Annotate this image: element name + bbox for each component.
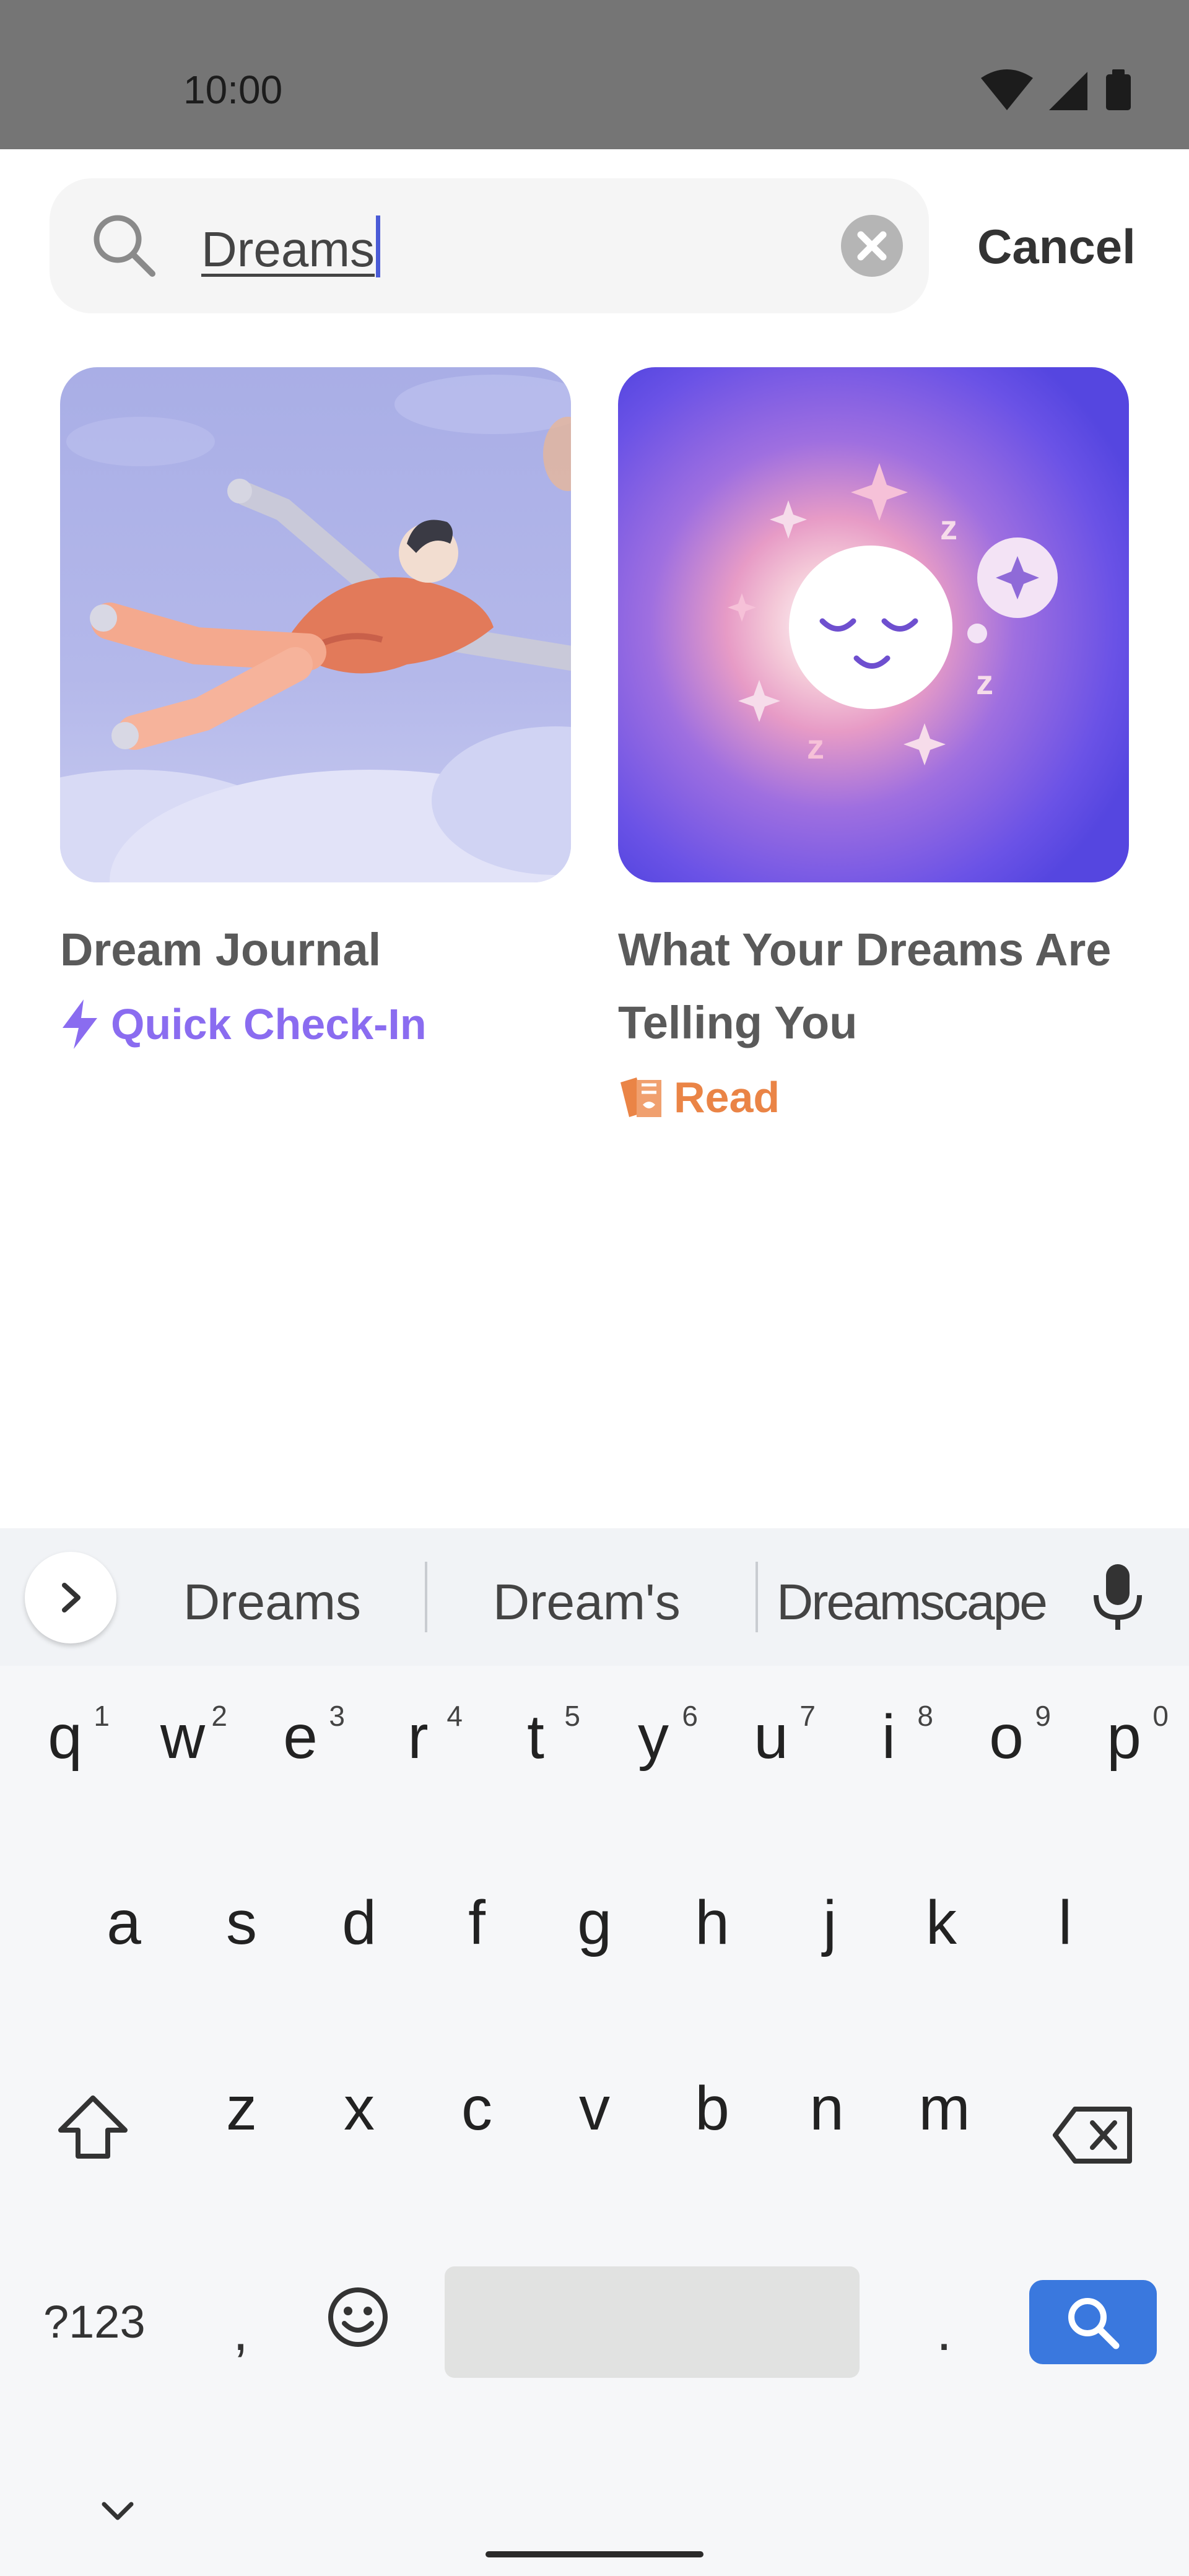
key-z[interactable]: z (186, 2037, 297, 2180)
books-icon (621, 1077, 661, 1117)
result-tag: Read (618, 1061, 1129, 1134)
period-key[interactable]: . (936, 2288, 952, 2375)
status-icons (981, 69, 1131, 110)
backspace-icon[interactable] (1053, 2105, 1133, 2165)
key-m[interactable]: m (889, 2037, 1000, 2180)
keyboard: q1 w2 e3 r4 t5 y6 u7 i8 o9 p0 a s d f g … (0, 1666, 1189, 2576)
result-title: Dream Journal (60, 924, 381, 975)
suggestion-1[interactable]: Dreams (183, 1572, 361, 1634)
search-icon (94, 215, 155, 277)
key-j[interactable]: j (774, 1852, 886, 1994)
svg-text:z: z (940, 508, 957, 547)
result-card-dream-journal[interactable]: Dream Journal Quick Check-In (60, 367, 571, 1061)
chevron-right-icon (62, 1583, 81, 1612)
text-caret (376, 215, 381, 277)
suggestion-2[interactable]: Dream's (493, 1572, 681, 1634)
key-k[interactable]: k (886, 1852, 997, 1994)
key-n[interactable]: n (771, 2037, 882, 2180)
key-d[interactable]: d (303, 1852, 415, 1994)
key-f[interactable]: f (421, 1852, 533, 1994)
signal-icon (1049, 72, 1087, 110)
search-input[interactable]: Dreams (201, 215, 381, 279)
battery-icon (1106, 74, 1131, 110)
sleeping-moon-illustration: z z z (618, 367, 1129, 882)
comma-key[interactable]: , (233, 2288, 248, 2375)
svg-text:z: z (976, 663, 993, 702)
dream-journal-illustration (60, 367, 571, 882)
result-tag-label: Read (674, 1073, 780, 1121)
key-r[interactable]: r4 (362, 1666, 474, 1808)
wifi-icon (981, 69, 1033, 110)
key-i[interactable]: i8 (833, 1666, 944, 1808)
space-key[interactable] (445, 2266, 860, 2378)
key-o[interactable]: o9 (951, 1666, 1062, 1808)
status-time: 10:00 (183, 67, 283, 112)
key-y[interactable]: y6 (598, 1666, 709, 1808)
key-a[interactable]: a (68, 1852, 180, 1994)
key-x[interactable]: x (303, 2037, 415, 2180)
key-b[interactable]: b (656, 2037, 768, 2180)
key-h[interactable]: h (656, 1852, 768, 1994)
key-l[interactable]: l (1009, 1852, 1121, 1994)
key-g[interactable]: g (539, 1852, 650, 1994)
microphone-icon[interactable] (1090, 1563, 1146, 1631)
search-key[interactable] (1029, 2280, 1157, 2364)
symbols-key[interactable]: ?123 (43, 2291, 146, 2353)
bolt-icon (63, 999, 97, 1049)
key-w[interactable]: w2 (127, 1666, 238, 1808)
result-tag-label: Quick Check-In (111, 1000, 427, 1048)
result-tag: Quick Check-In (60, 988, 571, 1061)
home-indicator[interactable] (486, 2551, 703, 2557)
key-s[interactable]: s (186, 1852, 297, 1994)
result-title: What Your Dreams Are Telling You (618, 924, 1112, 1048)
key-u[interactable]: u7 (715, 1666, 827, 1808)
suggestion-3[interactable]: Dreamscape (777, 1572, 1048, 1634)
keyboard-suggestion-bar: Dreams Dream's Dreamscape (0, 1528, 1189, 1666)
search-query: Dreams (201, 222, 375, 277)
cancel-button[interactable]: Cancel (977, 217, 1136, 276)
suggestion-divider (425, 1562, 427, 1632)
key-v[interactable]: v (539, 2037, 650, 2180)
key-c[interactable]: c (421, 2037, 533, 2180)
keyboard-expand-button[interactable] (25, 1552, 116, 1643)
emoji-icon[interactable] (326, 2285, 390, 2349)
clear-search-icon[interactable] (840, 214, 904, 278)
svg-text:z: z (807, 727, 824, 766)
shift-icon[interactable] (56, 2093, 130, 2161)
suggestion-divider (756, 1562, 758, 1632)
search-icon (1068, 2298, 1120, 2349)
key-t[interactable]: t5 (480, 1666, 591, 1808)
key-q[interactable]: q1 (9, 1666, 121, 1808)
key-p[interactable]: p0 (1068, 1666, 1180, 1808)
chevron-down-icon[interactable] (99, 2499, 136, 2524)
result-card-dreams-article[interactable]: z z z What Your Dreams Are Telling You R… (618, 367, 1129, 1134)
status-bar: 10:00 (0, 0, 1189, 149)
search-bar[interactable]: Dreams (50, 178, 929, 313)
key-e[interactable]: e3 (245, 1666, 356, 1808)
